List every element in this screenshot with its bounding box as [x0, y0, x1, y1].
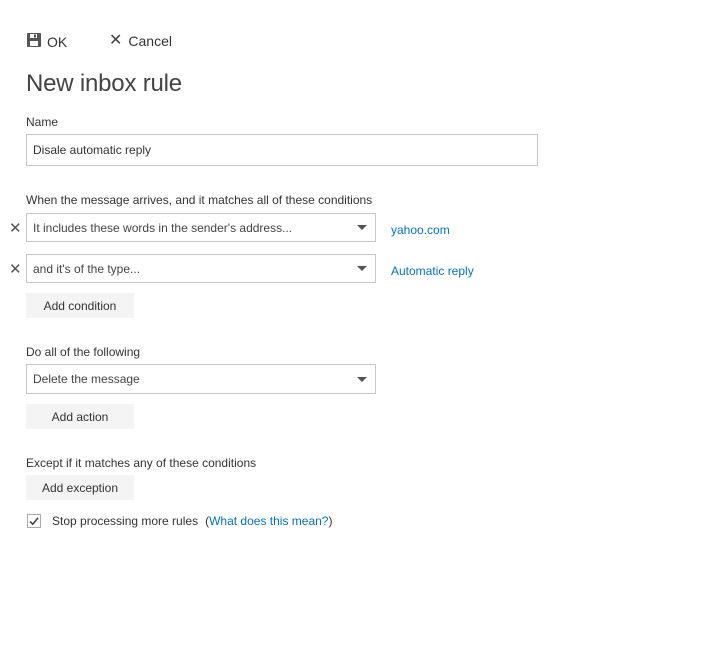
stop-processing-row: Stop processing more rules ( What does t… [52, 514, 332, 528]
condition-1-value-link[interactable]: yahoo.com [391, 223, 450, 237]
save-icon [27, 33, 41, 50]
condition-1-select[interactable]: It includes these words in the sender's … [26, 213, 376, 242]
name-input-value: Disale automatic reply [33, 143, 152, 157]
page-title: New inbox rule [26, 70, 182, 97]
ok-button[interactable]: OK [27, 33, 67, 50]
condition-1-selected: It includes these words in the sender's … [33, 220, 293, 235]
condition-2-select[interactable]: and it's of the type... [26, 254, 376, 283]
ok-label: OK [47, 33, 68, 50]
chevron-down-icon [357, 266, 367, 271]
condition-2-value-link[interactable]: Automatic reply [391, 264, 474, 278]
cancel-button[interactable]: ✕ Cancel [109, 32, 172, 50]
exceptions-heading: Except if it matches any of these condit… [26, 456, 257, 470]
action-select[interactable]: Delete the message [26, 364, 376, 394]
action-selected: Delete the message [33, 372, 140, 386]
stop-processing-checkbox[interactable] [27, 514, 41, 528]
name-input[interactable]: Disale automatic reply [26, 134, 538, 166]
add-condition-button[interactable]: Add condition [26, 293, 134, 318]
add-action-button[interactable]: Add action [26, 404, 134, 429]
add-exception-button[interactable]: Add exception [26, 475, 134, 500]
chevron-down-icon [357, 376, 367, 382]
help-close-paren: ) [328, 514, 333, 528]
what-does-this-mean-link[interactable]: What does this mean? [209, 514, 328, 528]
stop-processing-label: Stop processing more rules [52, 514, 199, 528]
chevron-down-icon [357, 225, 367, 230]
close-icon: ✕ [109, 32, 123, 49]
condition-2-selected: and it's of the type... [33, 261, 141, 276]
checkmark-icon [29, 517, 39, 526]
remove-condition-1-icon[interactable]: ✕ [9, 221, 22, 236]
cancel-label: Cancel [128, 33, 172, 49]
name-label: Name [26, 115, 59, 129]
conditions-heading: When the message arrives, and it matches… [26, 193, 373, 207]
actions-heading: Do all of the following [26, 345, 141, 359]
remove-condition-2-icon[interactable]: ✕ [9, 262, 22, 277]
